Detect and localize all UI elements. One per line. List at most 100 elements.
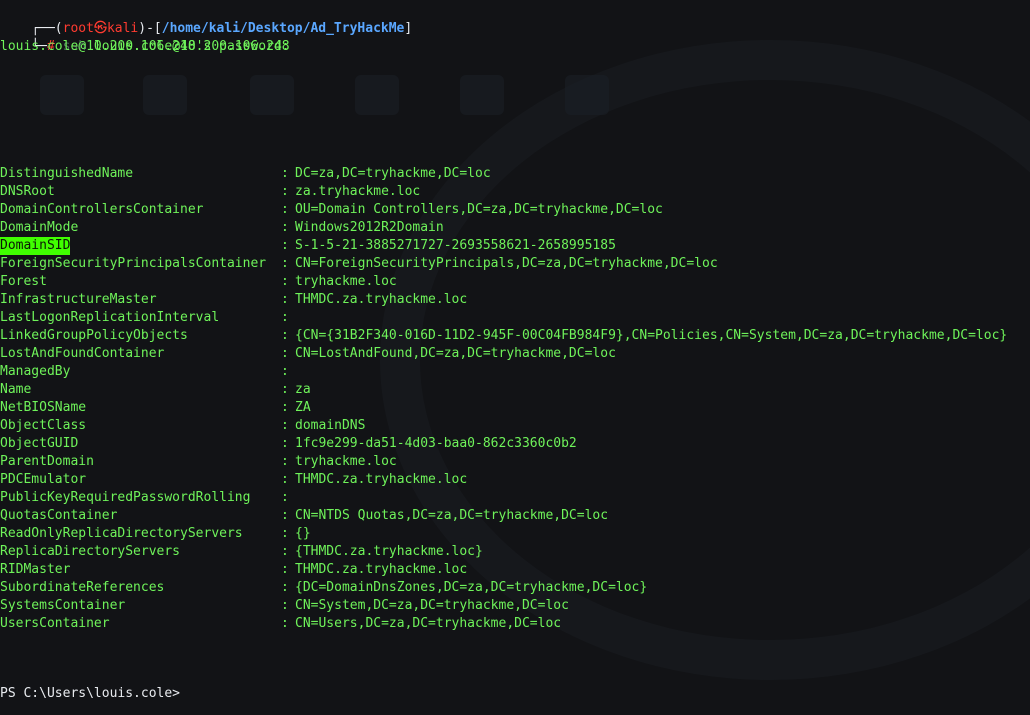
property-name: NetBIOSName	[0, 400, 87, 415]
property-separator: :	[281, 184, 289, 199]
property-separator: :	[281, 202, 289, 217]
property-row: InfrastructureMaster: THMDC.za.tryhackme.…	[0, 291, 1030, 309]
property-name: SystemsContainer	[0, 598, 126, 613]
property-separator: :	[281, 544, 289, 559]
property-row: DistinguishedName: DC=za,DC=tryhackme,DC=…	[0, 165, 1030, 183]
property-name: DomainSID	[0, 237, 71, 255]
property-row: LinkedGroupPolicyObjects: {CN={31B2F340-0…	[0, 327, 1030, 345]
desktop-icon-3	[250, 75, 294, 115]
property-row: ManagedBy:	[0, 363, 1030, 381]
property-value: THMDC.za.tryhackme.loc	[295, 292, 468, 307]
property-row: ObjectGUID:1fc9e299-da51-4d03-baa0-862c3…	[0, 435, 1030, 453]
property-separator: :	[281, 526, 289, 541]
terminal-window[interactable]: ┌──(root㉿kali)-[/home/kali/Desktop/Ad_Tr…	[0, 0, 1030, 715]
property-separator: :	[281, 508, 289, 523]
property-row: RIDMaster: THMDC.za.tryhackme.loc	[0, 561, 1030, 579]
property-name: LinkedGroupPolicyObjects	[0, 328, 188, 343]
property-name: InfrastructureMaster	[0, 292, 157, 307]
property-separator: :	[281, 436, 289, 451]
property-name: ReadOnlyReplicaDirectoryServers	[0, 526, 243, 541]
property-name: ObjectGUID	[0, 436, 79, 451]
desktop-icon-2	[143, 75, 187, 115]
property-separator: :	[281, 382, 289, 397]
property-separator: :	[281, 454, 289, 469]
property-row: ReadOnlyReplicaDirectoryServers: {}	[0, 525, 1030, 543]
property-separator: :	[281, 220, 289, 235]
property-value: OU=Domain Controllers,DC=za,DC=tryhackme…	[295, 202, 663, 217]
property-row: ObjectClass: domainDNS	[0, 417, 1030, 435]
property-name: Forest	[0, 274, 47, 289]
property-value: DC=za,DC=tryhackme,DC=loc	[295, 166, 491, 181]
property-name: DomainMode	[0, 220, 79, 235]
property-separator: :	[281, 616, 289, 631]
property-row: Forest: tryhackme.loc	[0, 273, 1030, 291]
property-name: LostAndFoundContainer	[0, 346, 165, 361]
property-row: UsersContainer: CN=Users,DC=za,DC=tryhack…	[0, 615, 1030, 633]
property-separator: :	[281, 238, 289, 253]
property-separator: :	[281, 580, 289, 595]
property-name: PublicKeyRequiredPasswordRolling	[0, 490, 251, 505]
property-row: LastLogonReplicationInterval:	[0, 309, 1030, 327]
property-name: ObjectClass	[0, 418, 87, 433]
property-name: DNSRoot	[0, 184, 55, 199]
property-separator: :	[281, 472, 289, 487]
shell-prompt-line: ┌──(root㉿kali)-[/home/kali/Desktop/Ad_Tr…	[0, 2, 412, 36]
property-row: PDCEmulator: THMDC.za.tryhackme.loc	[0, 471, 1030, 489]
property-value: THMDC.za.tryhackme.loc	[295, 472, 468, 487]
property-row: DomainMode: Windows2012R2Domain	[0, 219, 1030, 237]
property-value: domainDNS	[295, 418, 366, 433]
property-row: SystemsContainer: CN=System,DC=za,DC=tryh…	[0, 597, 1030, 615]
property-separator: :	[281, 562, 289, 577]
property-separator: :	[281, 292, 289, 307]
property-name: DomainControllersContainer	[0, 202, 204, 217]
property-row: ReplicaDirectoryServers: {THMDC.za.tryhac…	[0, 543, 1030, 561]
property-value: za	[295, 382, 311, 397]
powershell-prompt[interactable]: PS C:\Users\louis.cole>	[0, 685, 180, 703]
property-separator: :	[281, 256, 289, 271]
property-row: DomainSID: S-1-5-21-3885271727-2693558621…	[0, 237, 1030, 255]
property-value: CN=ForeignSecurityPrincipals,DC=za,DC=tr…	[295, 256, 718, 271]
property-name: PDCEmulator	[0, 472, 87, 487]
property-row: DomainControllersContainer: OU=Domain Con…	[0, 201, 1030, 219]
property-name: ReplicaDirectoryServers	[0, 544, 181, 559]
property-value: CN=System,DC=za,DC=tryhackme,DC=loc	[295, 598, 569, 613]
property-value: tryhackme.loc	[295, 274, 397, 289]
prompt-end: ]	[404, 21, 413, 36]
property-separator: :	[281, 328, 289, 343]
property-name: SubordinateReferences	[0, 580, 165, 595]
property-separator: :	[281, 346, 289, 361]
property-value: {DC=DomainDnsZones,DC=za,DC=tryhackme,DC…	[295, 580, 648, 595]
property-separator: :	[281, 310, 289, 325]
property-value: 1fc9e299-da51-4d03-baa0-862c3360c0b2	[295, 436, 577, 451]
property-name: ManagedBy	[0, 364, 71, 379]
property-separator: :	[281, 166, 289, 181]
command-line[interactable]: └─# ssh louis.cole@10.200.106.248	[0, 20, 289, 54]
property-value: {}	[295, 526, 311, 541]
property-separator: :	[281, 598, 289, 613]
property-value: CN=LostAndFound,DC=za,DC=tryhackme,DC=lo…	[295, 346, 616, 361]
property-separator: :	[281, 490, 289, 505]
property-separator: :	[281, 418, 289, 433]
property-name: LastLogonReplicationInterval	[0, 310, 220, 325]
property-value: Windows2012R2Domain	[295, 220, 444, 235]
property-value: {CN={31B2F340-016D-11D2-945F-00C04FB984F…	[295, 328, 1008, 343]
desktop-icon-1	[40, 75, 84, 115]
property-separator: :	[281, 274, 289, 289]
property-name: DistinguishedName	[0, 166, 134, 181]
property-row: LostAndFoundContainer: CN=LostAndFound,DC…	[0, 345, 1030, 363]
property-row: PublicKeyRequiredPasswordRolling:	[0, 489, 1030, 507]
property-row: NetBIOSName: ZA	[0, 399, 1030, 417]
property-name: RIDMaster	[0, 562, 71, 577]
property-name: UsersContainer	[0, 616, 110, 631]
property-name: ParentDomain	[0, 454, 94, 469]
property-value: {THMDC.za.tryhackme.loc}	[295, 544, 483, 559]
property-name: QuotasContainer	[0, 508, 118, 523]
property-value: THMDC.za.tryhackme.loc	[295, 562, 468, 577]
password-prompt: louis.cole@10.200.106.248's password:	[0, 39, 290, 54]
property-value: tryhackme.loc	[295, 454, 397, 469]
property-name: ForeignSecurityPrincipalsContainer	[0, 256, 267, 271]
property-row: QuotasContainer: CN=NTDS Quotas,DC=za,DC=…	[0, 507, 1030, 525]
property-row: ParentDomain: tryhackme.loc	[0, 453, 1030, 471]
property-row: ForeignSecurityPrincipalsContainer: CN=Fo…	[0, 255, 1030, 273]
desktop-icon-6	[565, 75, 609, 115]
